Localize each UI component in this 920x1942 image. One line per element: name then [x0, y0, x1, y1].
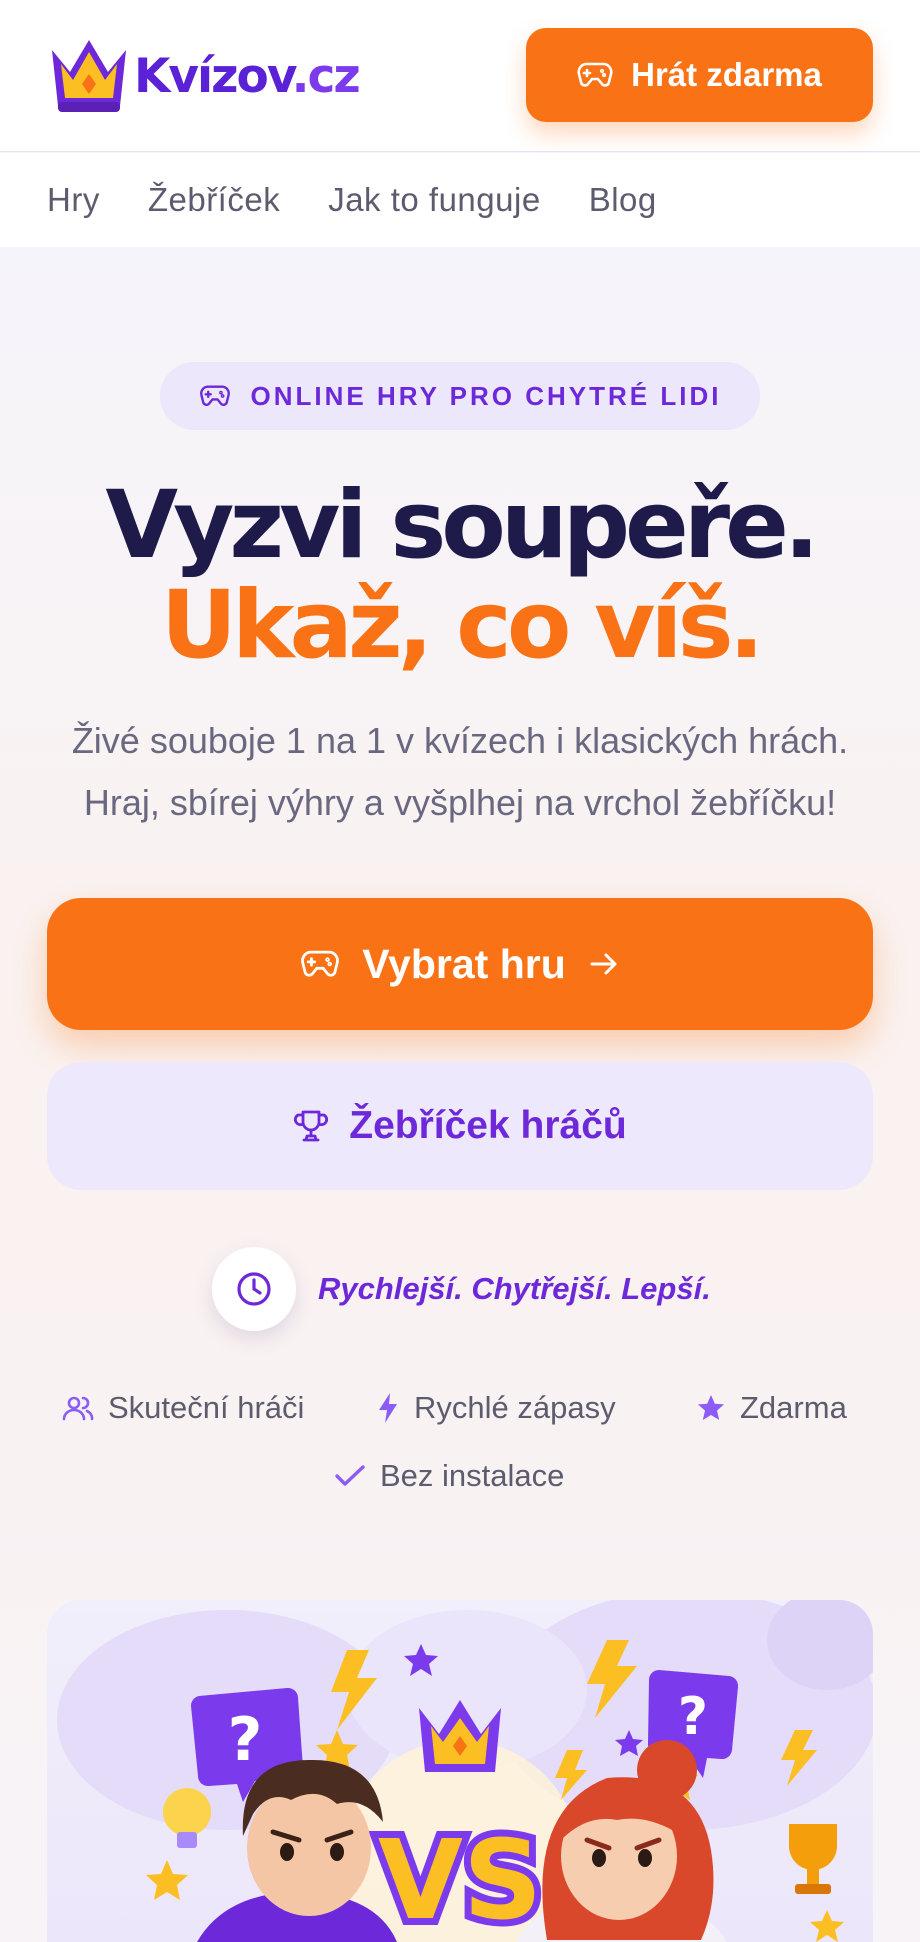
hero-subtitle: Živé souboje 1 na 1 v kvízech i klasický…	[0, 710, 920, 834]
feature-label: Zdarma	[740, 1390, 847, 1425]
tagline: Rychlejší. Chytřejší. Lepší.	[212, 1247, 711, 1331]
hero-section: ONLINE HRY PRO CHYTRÉ LIDI Vyzvi soupeře…	[0, 248, 920, 1942]
gamepad-icon	[199, 385, 230, 406]
feature-fast-matches: Rychlé zápasy	[376, 1390, 616, 1426]
hero-badge: ONLINE HRY PRO CHYTRÉ LIDI	[160, 362, 760, 430]
feature-no-install: Bez instalace	[334, 1458, 564, 1494]
svg-text:?: ?	[678, 1687, 708, 1747]
arrow-right-icon	[590, 953, 617, 975]
trophy-illustration	[789, 1824, 837, 1894]
play-free-button[interactable]: Hrát zdarma	[526, 28, 873, 122]
lightbulb-icon	[163, 1788, 211, 1848]
trophy-icon	[294, 1110, 329, 1142]
nav-item-blog[interactable]: Blog	[589, 181, 657, 219]
feature-real-players: Skuteční hráči	[62, 1390, 304, 1426]
tagline-text: Rychlejší. Chytřejší. Lepší.	[318, 1271, 711, 1306]
check-icon	[335, 1465, 365, 1486]
nav-item-how-it-works[interactable]: Jak to funguje	[328, 181, 540, 219]
hero-illustration: ? ? VS VS	[47, 1600, 873, 1942]
logo[interactable]: Kvízov.cz	[46, 34, 361, 118]
play-free-label: Hrát zdarma	[631, 56, 822, 93]
feature-label: Bez instalace	[380, 1458, 565, 1493]
nav-item-games[interactable]: Hry	[47, 181, 100, 219]
choose-game-label: Vybrat hru	[362, 940, 566, 987]
hero-title-line2: Ukaž, co víš.	[160, 571, 765, 680]
logo-tld: .cz	[291, 48, 361, 104]
feature-label: Skuteční hráči	[108, 1390, 305, 1425]
lightning-icon	[379, 1393, 397, 1423]
versus-illustration: ? ? VS VS	[57, 1600, 873, 1942]
logo-text: Kvízov	[134, 48, 294, 104]
hero-subtitle-line2: Hraj, sbírej výhry a vyšplhej na vrchol …	[83, 782, 837, 823]
nav-item-leaderboard[interactable]: Žebříček	[148, 181, 280, 219]
main-nav: Hry Žebříček Jak to funguje Blog	[0, 153, 920, 247]
hero-title-line1: Vyzvi soupeře.	[105, 471, 819, 580]
clock-icon	[237, 1272, 271, 1306]
vs-badge: VS VS	[371, 1809, 549, 1942]
leaderboard-label: Žebříček hráčů	[349, 1104, 627, 1147]
svg-text:?: ?	[228, 1705, 263, 1775]
hero-subtitle-line1: Živé souboje 1 na 1 v kvízech i klasický…	[71, 720, 849, 761]
svg-text:VS: VS	[378, 1816, 542, 1942]
hero-badge-label: ONLINE HRY PRO CHYTRÉ LIDI	[250, 380, 722, 411]
leaderboard-button[interactable]: Žebříček hráčů	[47, 1062, 873, 1190]
gamepad-icon	[301, 950, 340, 977]
star-icon	[698, 1395, 724, 1420]
gamepad-icon	[577, 62, 613, 87]
feature-free: Zdarma	[696, 1390, 847, 1426]
site-header: Kvízov.cz Hrát zdarma	[0, 0, 920, 152]
users-icon	[62, 1396, 94, 1421]
choose-game-button[interactable]: Vybrat hru	[47, 898, 873, 1030]
feature-label: Rychlé zápasy	[414, 1390, 616, 1425]
crown-logo-icon	[52, 40, 126, 112]
